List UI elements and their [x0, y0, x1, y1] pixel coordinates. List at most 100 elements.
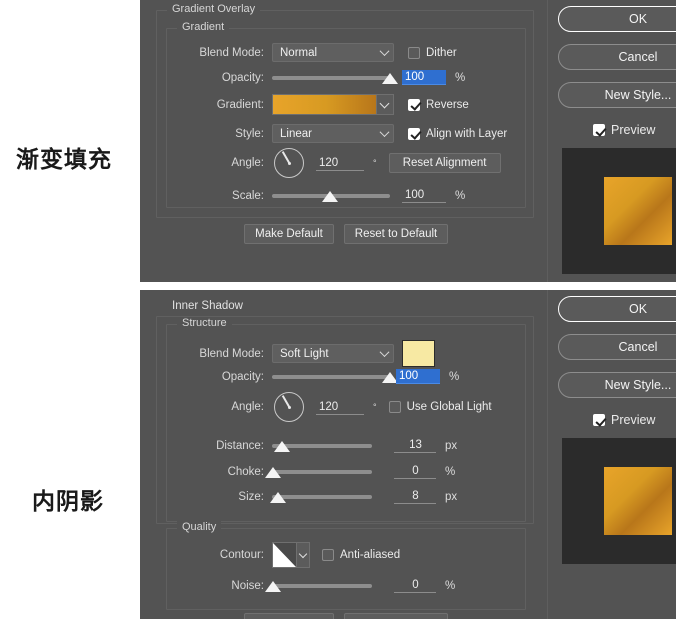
reset-to-default-button[interactable] [344, 613, 448, 619]
dialog-separator [140, 282, 676, 290]
reset-to-default-button[interactable]: Reset to Default [344, 224, 448, 244]
reverse-checkbox[interactable]: Reverse [408, 98, 469, 111]
annotation-gradient-fill: 渐变填充 [16, 147, 112, 173]
contour-row: Contour: Anti-aliased [166, 542, 526, 568]
make-default-button[interactable]: Make Default [244, 224, 334, 244]
align-with-layer-checkbox[interactable]: Align with Layer [408, 127, 508, 140]
dial-hub [287, 405, 291, 409]
choke-slider[interactable] [265, 465, 372, 479]
blend-mode-value: Soft Light [280, 347, 329, 360]
contour-label: Contour: [219, 549, 264, 561]
contour-preset-picker[interactable] [272, 542, 310, 568]
angle-input[interactable]: 120 [316, 156, 364, 171]
choke-unit: % [445, 465, 456, 478]
slider-thumb[interactable] [274, 440, 290, 452]
cancel-button[interactable]: Cancel [558, 44, 676, 70]
angle-label: Angle: [231, 401, 264, 413]
blend-mode-label: Blend Mode: [199, 46, 264, 59]
dither-checkbox[interactable]: Dither [408, 46, 457, 59]
slider-thumb[interactable] [265, 466, 281, 478]
gradient-fill [273, 95, 376, 114]
gradient-picker-dropdown[interactable] [376, 95, 393, 114]
inner-shadow-actions-panel: OK Cancel New Style... Preview [548, 290, 676, 619]
gradient-overlay-dialog: Gradient Overlay Gradient Blend Mode: No… [140, 0, 676, 282]
slider-thumb[interactable] [270, 491, 286, 503]
opacity-input[interactable]: 100 [396, 369, 440, 384]
preview-checkbox[interactable]: Preview [593, 413, 655, 427]
contour-dropdown[interactable] [296, 543, 309, 567]
noise-label: Noise: [231, 579, 264, 592]
checkbox-box [408, 46, 420, 59]
size-input[interactable]: 8 [394, 489, 436, 504]
noise-input[interactable]: 0 [394, 578, 436, 593]
blend-mode-label: Blend Mode: [199, 347, 264, 360]
preview-checkbox[interactable]: Preview [593, 123, 655, 137]
cancel-button[interactable]: Cancel [558, 334, 676, 360]
size-unit: px [445, 490, 458, 503]
distance-slider[interactable] [272, 439, 372, 453]
gradient-preview-swatch[interactable] [272, 94, 394, 115]
preview-swatch [604, 467, 672, 535]
anti-aliased-checkbox[interactable]: Anti-aliased [322, 549, 400, 561]
reverse-label: Reverse [426, 98, 469, 111]
opacity-unit: % [455, 71, 466, 84]
style-value: Linear [280, 127, 312, 140]
shadow-color-swatch[interactable] [402, 340, 435, 367]
preview-swatch [604, 177, 672, 245]
scale-input[interactable]: 100 [402, 188, 446, 203]
use-global-light-label: Use Global Light [406, 401, 492, 413]
inner-shadow-settings-panel: Inner Shadow Structure Blend Mode: Soft … [140, 290, 548, 619]
align-with-layer-label: Align with Layer [426, 127, 508, 140]
gradient-overlay-settings-panel: Gradient Overlay Gradient Blend Mode: No… [140, 0, 548, 282]
slider-track [272, 494, 372, 499]
inner-shadow-dialog: Inner Shadow Structure Blend Mode: Soft … [140, 290, 676, 619]
blend-mode-select[interactable]: Normal [272, 43, 394, 62]
choke-input[interactable]: 0 [394, 464, 436, 479]
gradient-overlay-group-title: Gradient Overlay [167, 3, 261, 15]
blend-mode-select[interactable]: Soft Light [272, 344, 394, 363]
gradient-label: Gradient: [216, 98, 264, 111]
ok-button[interactable]: OK [558, 296, 676, 322]
new-style-label: New Style... [604, 378, 672, 392]
distance-input[interactable]: 13 [394, 438, 436, 453]
ok-button[interactable]: OK [558, 6, 676, 32]
angle-dial[interactable] [274, 148, 304, 178]
angle-row: Angle: 120 ° Reset Alignment [166, 148, 526, 178]
angle-input[interactable]: 120 [316, 400, 364, 415]
noise-slider[interactable] [265, 579, 372, 593]
distance-row: Distance: 13 px [166, 438, 526, 453]
scale-slider[interactable] [272, 189, 390, 203]
new-style-label: New Style... [604, 88, 672, 102]
size-slider[interactable] [270, 490, 372, 504]
slider-thumb[interactable] [265, 580, 281, 592]
distance-unit: px [445, 439, 458, 452]
opacity-row: Opacity: 100 % [166, 70, 526, 85]
opacity-slider[interactable] [272, 370, 398, 384]
make-default-label: Make Default [255, 228, 323, 240]
scale-row: Scale: 100 % [166, 188, 526, 203]
noise-unit: % [445, 579, 456, 592]
dither-label: Dither [426, 46, 457, 59]
opacity-input[interactable]: 100 [402, 70, 446, 85]
angle-dial[interactable] [274, 392, 304, 422]
inner-shadow-effect-title: Inner Shadow [172, 300, 243, 312]
blend-mode-value: Normal [280, 46, 318, 59]
slider-track [272, 75, 390, 80]
slider-thumb[interactable] [382, 72, 398, 84]
new-style-button[interactable]: New Style... [558, 82, 676, 108]
noise-row: Noise: 0 % [166, 578, 526, 593]
use-global-light-checkbox[interactable]: Use Global Light [388, 401, 492, 413]
slider-thumb[interactable] [321, 190, 338, 202]
angle-label: Angle: [231, 157, 264, 169]
opacity-unit: % [449, 370, 460, 383]
cancel-label: Cancel [618, 50, 658, 64]
screenshot-root: 渐变填充 内阴影 Gradient Overlay Gradient Blend… [0, 0, 676, 619]
new-style-button[interactable]: New Style... [558, 372, 676, 398]
opacity-slider[interactable] [272, 71, 398, 85]
make-default-button[interactable] [244, 613, 334, 619]
style-select[interactable]: Linear [272, 124, 394, 143]
chevron-down-icon [379, 346, 390, 357]
slider-track [272, 469, 372, 474]
size-row: Size: 8 px [166, 489, 526, 504]
reset-alignment-button[interactable]: Reset Alignment [388, 153, 501, 173]
